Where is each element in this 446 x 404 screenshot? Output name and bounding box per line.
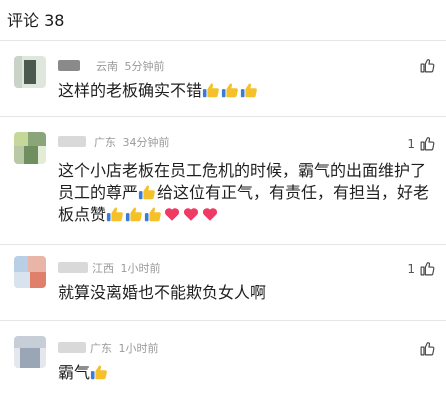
thumbs-up-emoji <box>106 207 123 222</box>
heart-emoji <box>183 208 199 221</box>
divider <box>0 40 446 41</box>
comment-meta: 广东 1小时前 <box>90 340 162 356</box>
comment-meta: 广东 34分钟前 <box>94 134 173 150</box>
thumbs-up-outline-icon <box>420 137 435 151</box>
comment-time: 5分钟前 <box>124 60 165 73</box>
comment-region: 广东 <box>94 136 116 149</box>
like-button[interactable] <box>415 340 436 357</box>
comment-item: 广东 34分钟前 1 这个小店老板在员工危机的时候，霸气的出面维护了 员工的尊严… <box>0 116 446 244</box>
thumbs-up-outline-icon <box>420 342 435 356</box>
thumbs-up-outline-icon <box>420 262 435 276</box>
thumbs-up-emoji <box>125 207 142 222</box>
thumbs-up-emoji <box>144 207 161 222</box>
like-button[interactable]: 1 <box>407 260 436 277</box>
like-button[interactable]: 1 <box>407 135 436 152</box>
thumbs-up-emoji <box>90 365 107 380</box>
like-count: 1 <box>407 136 415 151</box>
username[interactable] <box>58 342 86 353</box>
comment-time: 34分钟前 <box>122 136 170 149</box>
thumbs-up-emoji <box>221 83 238 98</box>
divider <box>0 244 446 245</box>
avatar[interactable] <box>14 132 46 164</box>
comment-text: 这样的老板确实不错 <box>58 80 438 102</box>
comment-time: 1小时前 <box>120 262 161 275</box>
comment-region: 江西 <box>92 262 114 275</box>
avatar[interactable] <box>14 256 46 288</box>
username[interactable] <box>58 262 88 273</box>
heart-emoji <box>164 208 180 221</box>
like-button[interactable] <box>415 57 436 74</box>
comment-item: 云南 5分钟前 这样的老板确实不错 <box>0 40 446 116</box>
divider <box>0 116 446 117</box>
comments-header: 评论 38 <box>0 0 446 40</box>
thumbs-up-emoji <box>138 185 155 200</box>
comment-region: 广东 <box>90 342 112 355</box>
like-count: 1 <box>407 261 415 276</box>
avatar[interactable] <box>14 336 46 368</box>
comment-text: 霸气 <box>58 362 438 384</box>
comment-meta: 云南 5分钟前 <box>96 58 168 74</box>
comment-item: 江西 1小时前 1 就算没离婚也不能欺负女人啊 <box>0 244 446 320</box>
thumbs-up-emoji <box>202 83 219 98</box>
thumbs-up-outline-icon <box>420 59 435 73</box>
comment-time: 1小时前 <box>118 342 159 355</box>
comment-item: 广东 1小时前 霸气 <box>0 320 446 404</box>
comment-region: 云南 <box>96 60 118 73</box>
username[interactable] <box>58 60 80 71</box>
username[interactable] <box>58 136 86 147</box>
thumbs-up-emoji <box>240 83 257 98</box>
avatar[interactable] <box>14 56 46 88</box>
divider <box>0 320 446 321</box>
comment-meta: 江西 1小时前 <box>92 260 164 276</box>
heart-emoji <box>202 208 218 221</box>
comments-title: 评论 38 <box>7 11 65 30</box>
comment-text: 就算没离婚也不能欺负女人啊 <box>58 283 267 302</box>
comment-text: 这个小店老板在员工危机的时候，霸气的出面维护了 员工的尊严 给这位有正气，有责任，… <box>58 161 430 224</box>
